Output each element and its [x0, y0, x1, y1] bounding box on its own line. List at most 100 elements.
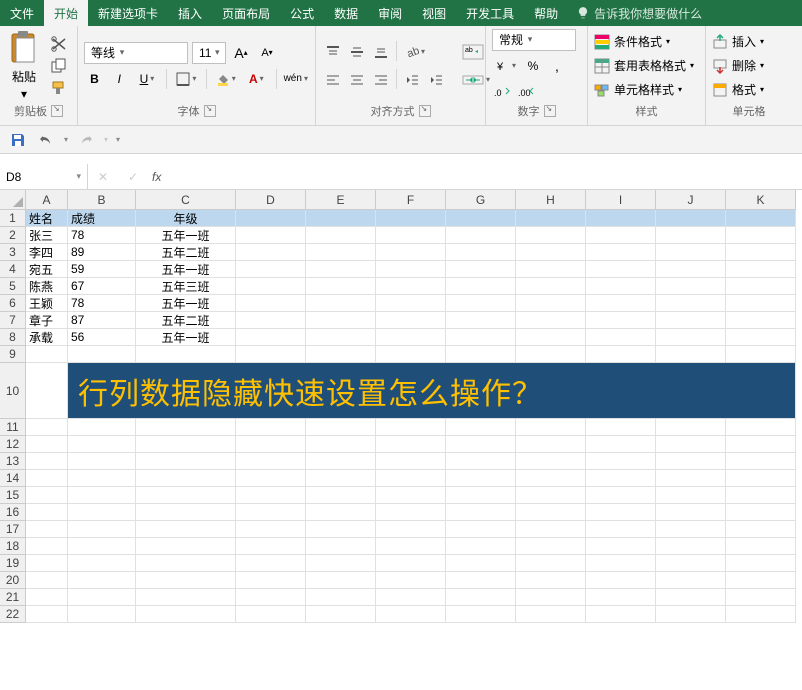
cell[interactable] [726, 329, 796, 346]
row-header-10[interactable]: 10 [0, 363, 26, 419]
cell[interactable]: 年级 [136, 210, 236, 227]
cell[interactable] [586, 227, 656, 244]
cell[interactable] [656, 295, 726, 312]
cell[interactable] [586, 244, 656, 261]
cell[interactable] [586, 538, 656, 555]
cell[interactable]: 78 [68, 227, 136, 244]
cell[interactable] [726, 504, 796, 521]
font-color-button[interactable]: A▾ [243, 68, 270, 90]
cell[interactable] [236, 244, 306, 261]
menu-tab-9[interactable]: 开发工具 [456, 0, 524, 26]
cell[interactable]: 87 [68, 312, 136, 329]
tell-me-search[interactable]: 告诉我你想要做什么 [576, 0, 702, 26]
cell[interactable] [376, 312, 446, 329]
cell[interactable] [516, 453, 586, 470]
worksheet-grid[interactable]: ABCDEFGHIJK 1234567891011121314151617181… [0, 190, 802, 690]
cell[interactable] [26, 436, 68, 453]
cell[interactable] [516, 227, 586, 244]
cell[interactable] [68, 470, 136, 487]
cell[interactable] [726, 538, 796, 555]
cell[interactable] [376, 453, 446, 470]
cell[interactable] [726, 346, 796, 363]
menu-tab-8[interactable]: 视图 [412, 0, 456, 26]
cell[interactable] [236, 227, 306, 244]
cell[interactable] [236, 487, 306, 504]
cell[interactable] [656, 538, 726, 555]
menu-tab-1[interactable]: 开始 [44, 0, 88, 26]
cell[interactable] [136, 453, 236, 470]
cell[interactable] [586, 504, 656, 521]
cell[interactable] [236, 261, 306, 278]
menu-tab-10[interactable]: 帮助 [524, 0, 568, 26]
cell[interactable] [306, 521, 376, 538]
undo-button[interactable] [36, 130, 56, 150]
cell[interactable] [726, 555, 796, 572]
cell[interactable]: 59 [68, 261, 136, 278]
decrease-indent-button[interactable] [401, 69, 423, 91]
row-header-11[interactable]: 11 [0, 419, 26, 436]
insert-cells-button[interactable]: 插入▾ [712, 31, 764, 53]
cell[interactable] [656, 419, 726, 436]
cell[interactable] [306, 227, 376, 244]
decrease-font-button[interactable]: A▾ [256, 42, 278, 64]
cell[interactable]: 五年三班 [136, 278, 236, 295]
cell[interactable] [376, 487, 446, 504]
cell[interactable] [306, 470, 376, 487]
cell[interactable] [236, 504, 306, 521]
bold-button[interactable]: B [84, 68, 105, 90]
cell[interactable] [236, 453, 306, 470]
col-header-C[interactable]: C [136, 190, 236, 210]
cell[interactable] [236, 521, 306, 538]
cell[interactable]: 56 [68, 329, 136, 346]
cell[interactable]: 姓名 [26, 210, 68, 227]
cell[interactable] [26, 555, 68, 572]
cell[interactable] [446, 436, 516, 453]
cell[interactable] [726, 436, 796, 453]
cell[interactable] [136, 504, 236, 521]
cell[interactable] [446, 453, 516, 470]
cell[interactable] [306, 278, 376, 295]
cell[interactable] [446, 346, 516, 363]
cell[interactable] [656, 487, 726, 504]
cell[interactable] [726, 470, 796, 487]
cell[interactable] [586, 606, 656, 623]
cell[interactable] [446, 487, 516, 504]
redo-caret[interactable]: ▾ [104, 135, 108, 144]
cell[interactable] [516, 312, 586, 329]
cell[interactable]: 宛五 [26, 261, 68, 278]
cell[interactable] [236, 538, 306, 555]
cell[interactable] [306, 261, 376, 278]
cell[interactable] [446, 312, 516, 329]
cell[interactable] [306, 210, 376, 227]
cell[interactable] [376, 606, 446, 623]
cell[interactable] [26, 419, 68, 436]
menu-tab-0[interactable]: 文件 [0, 0, 44, 26]
cell[interactable] [586, 555, 656, 572]
cell[interactable] [26, 521, 68, 538]
cell[interactable] [236, 295, 306, 312]
cancel-formula-button[interactable]: ✕ [88, 170, 118, 184]
cell[interactable] [306, 487, 376, 504]
increase-decimal-button[interactable]: .0 [492, 81, 514, 103]
cell[interactable] [376, 210, 446, 227]
clipboard-dialog-launcher[interactable] [51, 105, 63, 117]
align-top-button[interactable] [322, 41, 344, 63]
cell[interactable] [68, 453, 136, 470]
cell[interactable] [376, 419, 446, 436]
cell[interactable] [446, 261, 516, 278]
cell[interactable] [236, 346, 306, 363]
alignment-dialog-launcher[interactable] [419, 105, 431, 117]
wrap-text-button[interactable]: ab [459, 41, 487, 63]
cell[interactable]: 五年一班 [136, 261, 236, 278]
cell[interactable] [726, 295, 796, 312]
menu-tab-3[interactable]: 插入 [168, 0, 212, 26]
increase-font-button[interactable]: A▴ [230, 42, 252, 64]
cell[interactable] [376, 278, 446, 295]
row-header-8[interactable]: 8 [0, 329, 26, 346]
cell[interactable] [656, 227, 726, 244]
paste-button[interactable]: 粘贴 ▾ [6, 28, 42, 103]
cell[interactable] [376, 470, 446, 487]
cell[interactable] [26, 504, 68, 521]
cell[interactable] [68, 572, 136, 589]
col-header-H[interactable]: H [516, 190, 586, 210]
